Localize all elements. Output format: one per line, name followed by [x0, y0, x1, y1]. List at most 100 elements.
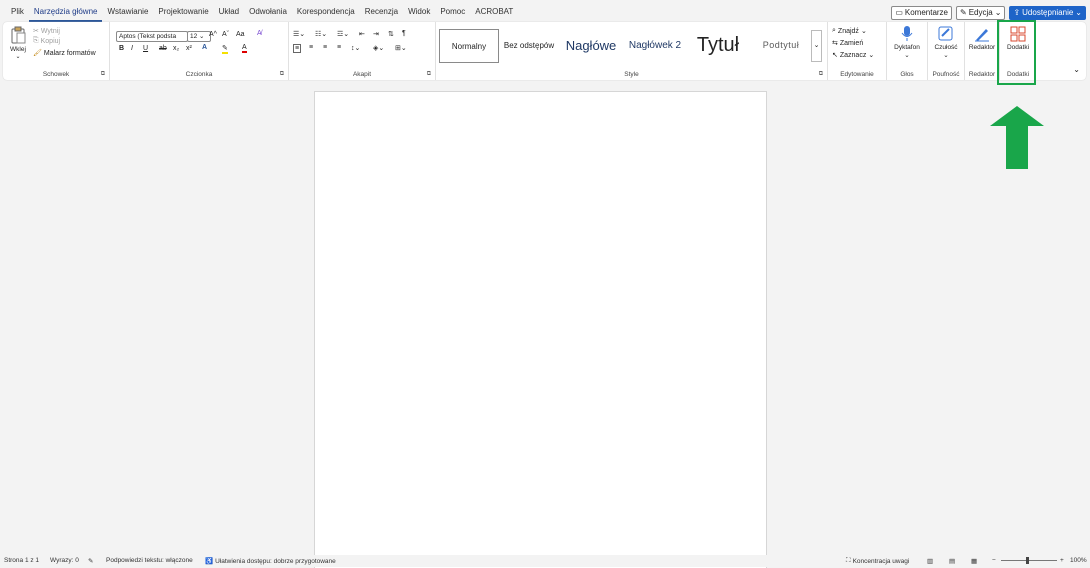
tab-review[interactable]: Recenzja: [360, 6, 403, 20]
select-button[interactable]: ↖ Zaznacz ⌄: [832, 51, 874, 60]
style-heading2-label: Nagłówek 2: [628, 39, 682, 51]
dialog-launcher-icon[interactable]: ⧉: [101, 71, 105, 78]
tab-help[interactable]: Pomoc: [435, 6, 470, 20]
pencil-icon: ✎: [960, 8, 967, 17]
microphone-icon: [901, 26, 913, 41]
dictate-button[interactable]: Dyktafon ⌄: [887, 26, 927, 59]
line-spacing-button[interactable]: ↕⌄: [351, 44, 360, 52]
style-no-spacing-label: Bez odstępów: [503, 40, 555, 50]
share-button[interactable]: ⇪ Udostępnianie ⌄: [1009, 6, 1086, 20]
italic-button[interactable]: I: [131, 45, 133, 52]
multilevel-list-button[interactable]: ☲⌄: [337, 30, 349, 38]
styles-gallery-expand[interactable]: ⌄: [811, 30, 822, 62]
strikethrough-button[interactable]: ab: [159, 45, 167, 52]
styles-group: Normalny Bez odstępów Nagłówe Nagłówek 2…: [436, 22, 828, 80]
accessibility-status[interactable]: ♿ Ułatwienia dostępu: dobrze przygotowane: [205, 557, 336, 566]
replace-button[interactable]: ⇆ Zamień: [832, 39, 864, 48]
style-title[interactable]: Tytuł: [690, 29, 746, 61]
show-formatting-button[interactable]: ¶: [402, 30, 406, 37]
align-left-button[interactable]: ≡: [293, 44, 302, 53]
read-mode-icon[interactable]: ▥: [927, 557, 933, 565]
sensitivity-icon: [938, 26, 953, 41]
ribbon: Wklej ⌄ ✂ Wytnij ⎘ Kopiuj 🖌 Malarz formatów…: [3, 22, 1086, 80]
search-icon: ⌕: [832, 27, 836, 34]
zoom-out-button[interactable]: −: [992, 557, 996, 564]
grow-font-button[interactable]: A^: [209, 31, 217, 38]
chevron-down-icon: ⌄: [15, 54, 21, 60]
numbering-button[interactable]: ☷⌄: [315, 30, 327, 38]
style-heading2[interactable]: Nagłówek 2: [624, 29, 686, 61]
paintbrush-icon: 🖌: [33, 50, 42, 57]
editor-button[interactable]: Redaktor: [965, 26, 999, 51]
chevron-down-icon: ⌄: [994, 8, 1002, 17]
align-center-button[interactable]: ≡: [309, 44, 313, 51]
underline-button[interactable]: U: [143, 45, 148, 52]
align-right-button[interactable]: ≡: [323, 44, 327, 51]
style-subtitle[interactable]: Podtytuł: [752, 29, 810, 61]
clear-formatting-icon[interactable]: A̸: [257, 30, 262, 37]
bullets-button[interactable]: ☰⌄: [293, 30, 305, 38]
paste-button[interactable]: Wklej ⌄: [8, 26, 28, 60]
shading-button[interactable]: ◈⌄: [373, 44, 384, 52]
font-color-button[interactable]: A: [242, 44, 247, 53]
bold-button[interactable]: B: [119, 45, 124, 52]
format-painter-button[interactable]: 🖌 Malarz formatów: [33, 49, 96, 58]
style-no-spacing[interactable]: Bez odstępów: [500, 29, 558, 61]
justify-button[interactable]: ≡: [337, 44, 341, 51]
zoom-level[interactable]: 100%: [1070, 557, 1087, 564]
tab-layout[interactable]: Układ: [214, 6, 244, 20]
tab-references[interactable]: Odwołania: [244, 6, 292, 20]
font-name-select[interactable]: Aptos (Tekst podsta: [116, 31, 188, 42]
cut-button[interactable]: ✂ Wytnij: [33, 27, 60, 36]
decrease-indent-button[interactable]: ⇤: [359, 30, 365, 38]
zoom-slider[interactable]: [1001, 560, 1057, 561]
document-page[interactable]: [314, 91, 767, 568]
tab-design[interactable]: Projektowanie: [153, 6, 213, 20]
font-group-label: Czcionka: [185, 71, 213, 78]
text-effects-icon[interactable]: A: [202, 44, 207, 51]
copy-label: Kopiuj: [40, 37, 61, 45]
tab-insert[interactable]: Wstawianie: [102, 6, 153, 20]
tab-acrobat[interactable]: ACROBAT: [470, 6, 518, 20]
subscript-button[interactable]: x₂: [173, 45, 179, 52]
shrink-font-button[interactable]: Aˇ: [222, 31, 229, 38]
word-count[interactable]: Wyrazy: 0: [50, 557, 79, 564]
collapse-ribbon-chevron-icon[interactable]: ⌄: [1073, 65, 1080, 74]
editing-mode-label: Edycja: [968, 8, 993, 17]
comments-button[interactable]: ▭ Komentarze: [891, 6, 953, 20]
find-button[interactable]: ⌕ Znajdź ⌄: [832, 27, 867, 35]
clipboard-group: Wklej ⌄ ✂ Wytnij ⎘ Kopiuj 🖌 Malarz formatów…: [3, 22, 110, 80]
dialog-launcher-icon[interactable]: ⧉: [819, 71, 823, 78]
change-case-button[interactable]: Aa: [236, 31, 245, 38]
replace-icon: ⇆: [832, 40, 838, 47]
editing-mode-button[interactable]: ✎ Edycja ⌄: [956, 6, 1006, 20]
superscript-button[interactable]: x²: [186, 45, 192, 52]
styles-group-label: Style: [624, 71, 639, 78]
borders-button[interactable]: ⊞⌄: [395, 44, 407, 52]
zoom-in-button[interactable]: +: [1060, 557, 1064, 564]
tab-file[interactable]: Plik: [6, 6, 29, 20]
style-normal[interactable]: Normalny: [439, 29, 499, 63]
replace-label: Zamień: [839, 39, 864, 47]
increase-indent-button[interactable]: ⇥: [373, 30, 379, 38]
highlight-color-button[interactable]: ✎: [222, 44, 228, 54]
copy-button[interactable]: ⎘ Kopiuj: [33, 37, 60, 45]
focus-mode-button[interactable]: ⛶ Koncentracja uwagi: [846, 557, 909, 565]
editing-group-label: Edytowanie: [840, 71, 874, 78]
sensitivity-button[interactable]: Czułość ⌄: [928, 26, 964, 59]
font-size-select[interactable]: 12 ⌄: [187, 31, 211, 42]
text-predictions-status[interactable]: Podpowiedzi tekstu: włączone: [106, 557, 193, 564]
zoom-slider-thumb[interactable]: [1026, 557, 1029, 564]
sort-button[interactable]: ⇅: [388, 30, 394, 38]
style-heading1-label: Nagłówe: [565, 37, 617, 53]
tab-mailings[interactable]: Korespondencja: [292, 6, 360, 20]
web-layout-icon[interactable]: ▦: [971, 557, 977, 565]
proofing-icon[interactable]: ✎: [88, 557, 93, 565]
tab-home[interactable]: Narzędzia główne: [28, 6, 103, 22]
page-count[interactable]: Strona 1 z 1: [4, 557, 39, 564]
tab-view[interactable]: Widok: [403, 6, 435, 20]
dialog-launcher-icon[interactable]: ⧉: [280, 71, 284, 78]
style-heading1[interactable]: Nagłówe: [562, 29, 620, 61]
print-layout-icon[interactable]: ▤: [949, 557, 955, 565]
dialog-launcher-icon[interactable]: ⧉: [427, 71, 431, 78]
